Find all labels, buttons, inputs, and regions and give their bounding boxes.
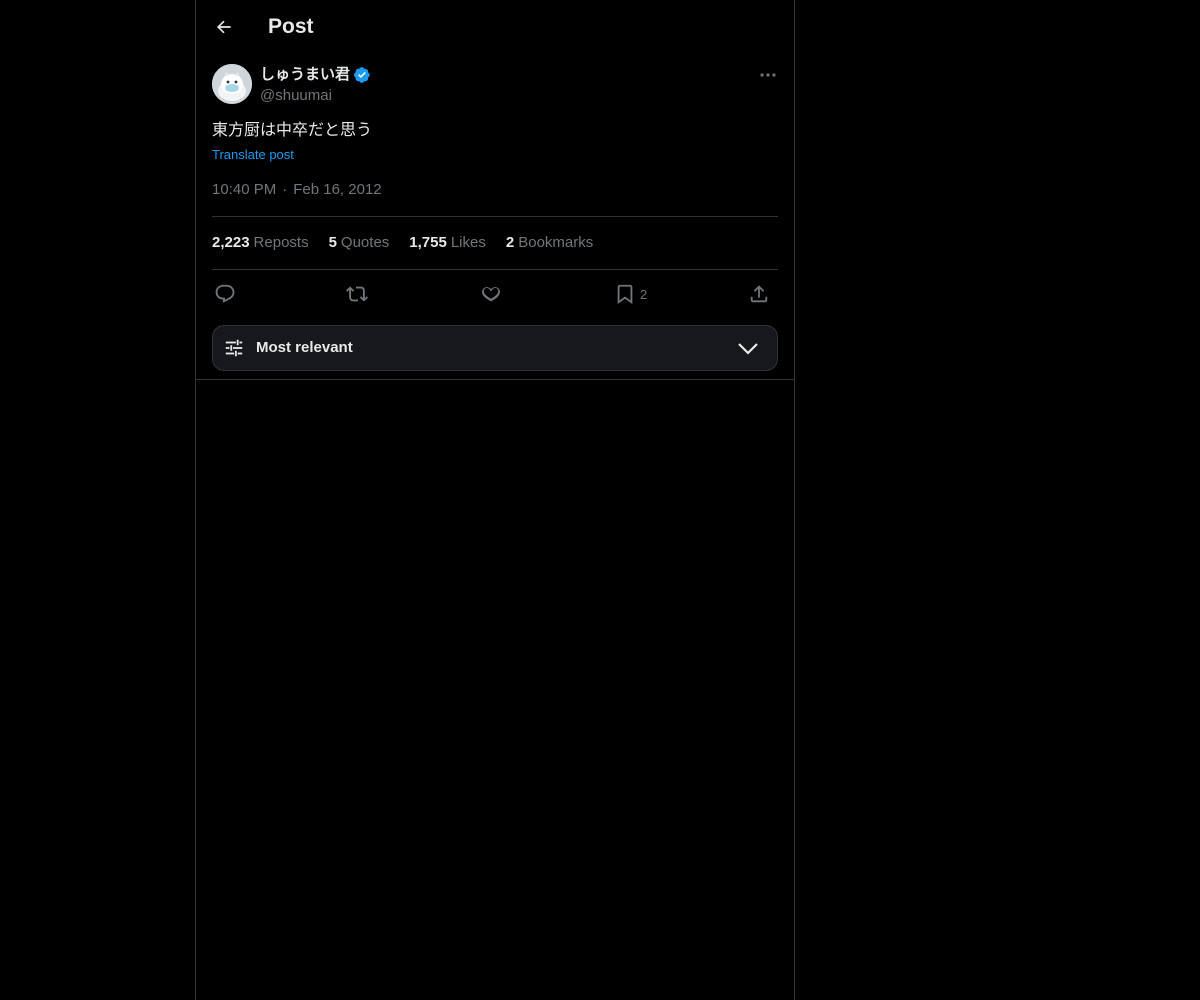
- more-icon: [760, 73, 776, 77]
- stat-label: Bookmarks: [518, 234, 594, 251]
- post-date[interactable]: Feb 16, 2012: [293, 181, 381, 198]
- bookmark-icon: [617, 284, 633, 305]
- post-time[interactable]: 10:40 PM: [212, 181, 276, 198]
- verified-badge-icon: [353, 66, 371, 84]
- author-display-name: しゅうまい君: [260, 66, 351, 83]
- like-button[interactable]: [480, 280, 502, 308]
- author-name[interactable]: しゅうまい君: [260, 65, 371, 85]
- heart-icon: [482, 287, 500, 302]
- bookmark-count: 2: [640, 286, 648, 302]
- stat-bookmarks[interactable]: 2 Bookmarks: [506, 233, 593, 253]
- more-options-button[interactable]: [756, 64, 780, 86]
- post-text: 東方厨は中卒だと思う: [212, 122, 373, 139]
- stat-label: Quotes: [340, 234, 390, 251]
- reply-icon: [215, 284, 235, 303]
- stat-count: 2,223: [212, 234, 250, 251]
- stat-label: Reposts: [253, 234, 309, 251]
- avatar[interactable]: [212, 64, 252, 104]
- post-actions: 2: [212, 280, 778, 308]
- page-header: Post: [196, 0, 794, 54]
- reply-button[interactable]: [214, 280, 236, 308]
- main-column: Post しゅうまい君 @shuumai 東方厨は中卒だと思う Translat…: [195, 0, 795, 1000]
- stat-count: 5: [328, 234, 337, 251]
- divider: [212, 269, 778, 270]
- avatar-image: [212, 64, 252, 104]
- stat-likes[interactable]: 1,755 Likes: [409, 233, 486, 253]
- arrow-left-icon: [216, 20, 231, 34]
- stat-label: Likes: [450, 234, 486, 251]
- stat-quotes[interactable]: 5 Quotes: [329, 233, 390, 253]
- meta-separator: ·: [282, 181, 288, 198]
- back-button[interactable]: [208, 11, 240, 43]
- section-divider: [196, 379, 794, 380]
- replies-sort-dropdown[interactable]: Most relevant: [212, 325, 778, 371]
- share-button[interactable]: [748, 280, 770, 308]
- post-meta: 10:40 PM · Feb 16, 2012: [212, 180, 382, 200]
- post-stats: 2,223 Reposts 5 Quotes 1,755 Likes 2 Bookmar…: [212, 233, 593, 253]
- sort-label: Most relevant: [256, 339, 353, 356]
- author-handle[interactable]: @shuumai: [260, 86, 332, 106]
- sliders-icon: [225, 339, 243, 357]
- page-title: Post: [268, 15, 314, 38]
- repost-icon: [346, 286, 368, 302]
- share-icon: [750, 285, 768, 303]
- translate-post-link[interactable]: Translate post: [212, 146, 294, 164]
- stat-reposts[interactable]: 2,223 Reposts: [212, 233, 309, 253]
- chevron-down-icon: [738, 343, 758, 355]
- repost-button[interactable]: [346, 280, 368, 308]
- bookmark-button[interactable]: 2: [614, 280, 647, 308]
- stat-count: 2: [505, 234, 515, 251]
- divider: [212, 216, 778, 217]
- stat-count: 1,755: [409, 234, 447, 251]
